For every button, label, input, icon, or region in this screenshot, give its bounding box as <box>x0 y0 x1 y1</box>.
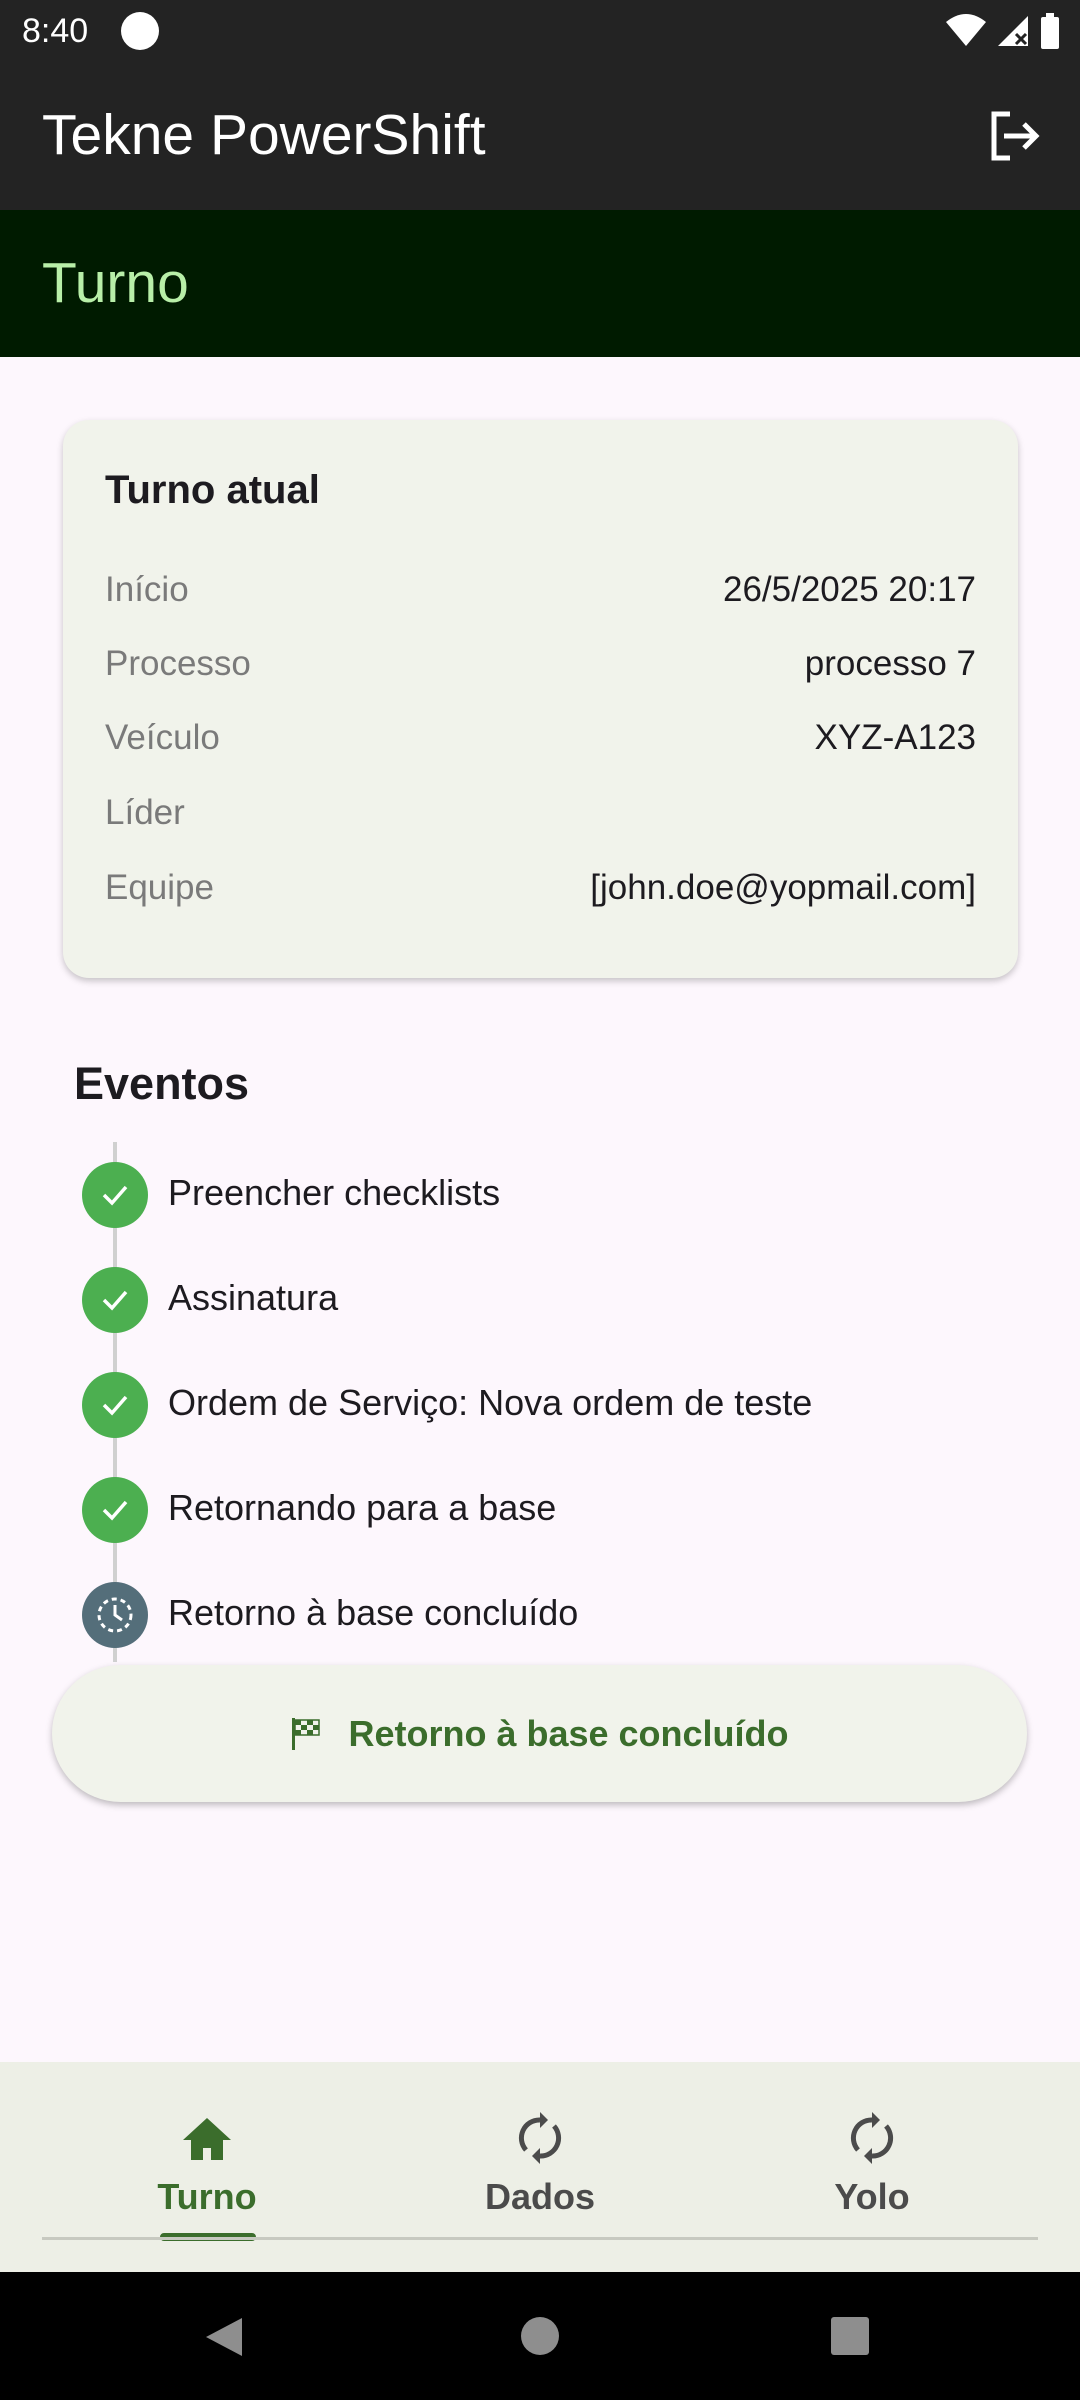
battery-icon <box>1041 13 1059 49</box>
events-title: Eventos <box>74 1058 250 1109</box>
row-value: [john.doe@yopmail.com] <box>590 868 976 907</box>
row-value: 26/5/2025 20:17 <box>722 570 976 609</box>
event-item: Retorno à base concluído <box>82 1582 982 1648</box>
row-value: XYZ-A123 <box>814 718 976 757</box>
system-navigation-bar <box>0 2272 1080 2400</box>
card-title: Turno atual <box>105 468 320 512</box>
back-icon[interactable] <box>204 2316 244 2358</box>
notification-dot-icon <box>121 12 159 50</box>
logout-button[interactable] <box>978 100 1050 172</box>
event-label: Retorno à base concluído <box>168 1592 579 1633</box>
wifi-icon <box>946 14 986 46</box>
event-item: Assinatura <box>82 1267 982 1333</box>
status-icons <box>946 12 1060 50</box>
sync-icon <box>518 2112 562 2164</box>
signal-icon <box>998 16 1028 46</box>
row-label: Veículo <box>105 718 220 757</box>
nav-label: Turno <box>157 2176 257 2217</box>
event-label: Assinatura <box>168 1277 339 1318</box>
check-circle-icon <box>82 1372 148 1438</box>
shift-row-start: Início 26/5/2025 20:17 <box>105 570 976 620</box>
nav-label: Yolo <box>834 2176 910 2217</box>
row-label: Líder <box>105 793 185 832</box>
nav-label: Dados <box>484 2176 596 2217</box>
event-item: Preencher checklists <box>82 1162 982 1228</box>
shift-row-team: Equipe [john.doe@yopmail.com] <box>105 868 976 918</box>
home-circle-icon[interactable] <box>520 2316 560 2356</box>
status-bar: 8:40 <box>0 0 1080 62</box>
current-shift-card: Turno atual Início 26/5/2025 20:17 Proce… <box>63 420 1018 978</box>
check-circle-icon <box>82 1267 148 1333</box>
bottom-navigation: Turno Dados Yolo <box>0 2062 1080 2272</box>
logout-icon <box>991 111 1040 161</box>
row-value: processo 7 <box>804 644 976 683</box>
event-label: Ordem de Serviço: Nova ordem de teste <box>168 1382 813 1423</box>
app-bar: Tekne PowerShift <box>0 62 1080 210</box>
nav-item-yolo[interactable]: Yolo <box>782 2108 962 2238</box>
row-label: Processo <box>105 644 251 683</box>
sync-icon <box>850 2112 894 2164</box>
action-button-label: Retorno à base concluído <box>348 1712 789 1754</box>
section-title: Turno <box>42 251 189 315</box>
shift-row-process: Processo processo 7 <box>105 644 976 694</box>
check-circle-icon <box>82 1477 148 1543</box>
recents-icon[interactable] <box>830 2316 870 2356</box>
section-header: Turno <box>0 210 1080 357</box>
check-circle-icon <box>82 1162 148 1228</box>
nav-divider <box>42 2237 1038 2240</box>
event-item: Retornando para a base <box>82 1477 982 1543</box>
return-base-complete-button[interactable]: Retorno à base concluído <box>52 1665 1027 1802</box>
row-label: Equipe <box>105 868 214 907</box>
shift-row-vehicle: Veículo XYZ-A123 <box>105 718 976 768</box>
shift-row-leader: Líder <box>105 793 976 843</box>
nav-item-turno[interactable]: Turno <box>117 2108 297 2238</box>
status-time: 8:40 <box>22 12 89 50</box>
checkered-flag-icon <box>292 1717 321 1750</box>
event-label: Preencher checklists <box>168 1172 501 1213</box>
row-label: Início <box>105 570 189 609</box>
nav-item-dados[interactable]: Dados <box>450 2108 630 2238</box>
event-label: Retornando para a base <box>168 1487 557 1528</box>
event-item: Ordem de Serviço: Nova ordem de teste <box>82 1372 982 1438</box>
home-icon <box>183 2118 231 2160</box>
pending-clock-icon <box>82 1582 148 1648</box>
app-title: Tekne PowerShift <box>42 103 486 167</box>
